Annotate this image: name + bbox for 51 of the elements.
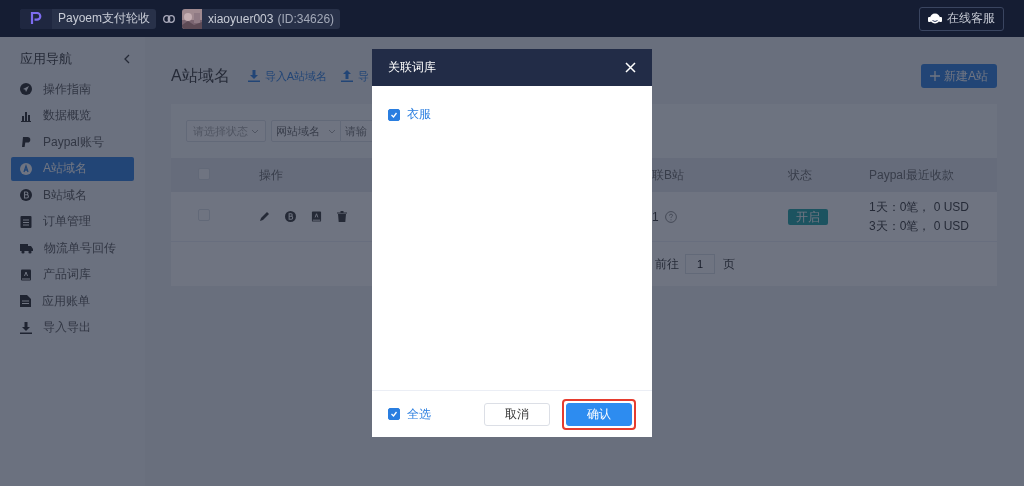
trash-icon[interactable] — [337, 211, 347, 222]
letter-circle-icon — [20, 162, 32, 175]
pagination-label: 页 — [723, 255, 735, 273]
book-icon — [20, 268, 32, 281]
check-icon — [389, 409, 399, 419]
option-label[interactable]: 衣服 — [407, 106, 431, 123]
download-icon — [247, 70, 260, 82]
link-icon — [163, 14, 176, 23]
page-title: A站域名 — [171, 65, 230, 86]
app-name: Payoem支付轮收 — [57, 10, 152, 27]
page-field[interactable]: 1 — [685, 254, 715, 274]
sidebar-title: 应用导航 — [20, 50, 72, 68]
account-name: xiaoyuer003 — [207, 11, 275, 26]
download-icon — [20, 321, 32, 334]
navigation-icon — [20, 83, 32, 95]
table-cell-text: 3天：0笔， 0 USD — [869, 217, 971, 235]
clipboard-icon — [20, 215, 32, 228]
sidebar-item[interactable]: B站域名 — [11, 183, 134, 207]
letter-circle-icon — [20, 189, 32, 201]
logo-icon — [30, 12, 42, 25]
confirm-button[interactable]: 确认 — [566, 402, 632, 426]
pagination-label: 前往 — [655, 255, 679, 273]
option-checkbox[interactable] — [388, 108, 400, 121]
table-cell-text: 1天：0笔， 0 USD — [869, 198, 971, 216]
account-id: (ID:34626) — [276, 11, 336, 26]
caret-icon — [328, 128, 336, 134]
edit-icon[interactable] — [259, 211, 270, 222]
headset-icon — [928, 12, 942, 25]
select-all-checkbox[interactable] — [388, 408, 400, 420]
document-icon — [20, 295, 31, 307]
new-site-button[interactable]: 新建A站 — [921, 64, 997, 88]
status-tag: 开启 — [788, 208, 828, 225]
book-icon[interactable] — [311, 211, 322, 222]
help-icon[interactable] — [664, 210, 677, 223]
cancel-button[interactable]: 取消 — [484, 402, 550, 426]
sidebar-item[interactable]: A站域名 — [11, 156, 134, 181]
caret-icon — [251, 128, 259, 134]
paypal-icon — [20, 136, 32, 148]
upload-icon — [341, 70, 353, 82]
account-chip[interactable]: xiaoyuer003 (ID:34626) — [182, 8, 341, 29]
table-cell: 1 — [652, 209, 659, 224]
close-icon[interactable] — [625, 62, 636, 73]
dialog-title: 关联词库 — [388, 59, 436, 76]
letter-circle-icon[interactable] — [285, 211, 296, 222]
select-all-label[interactable]: 全选 — [407, 405, 431, 423]
plus-icon — [930, 71, 940, 81]
bar-chart-icon — [20, 109, 32, 122]
collapse-icon[interactable] — [124, 54, 130, 64]
truck-icon — [20, 242, 33, 254]
app-chip[interactable]: Payoem支付轮收 — [20, 8, 157, 29]
support-button[interactable]: 在线客服 — [919, 6, 1004, 31]
